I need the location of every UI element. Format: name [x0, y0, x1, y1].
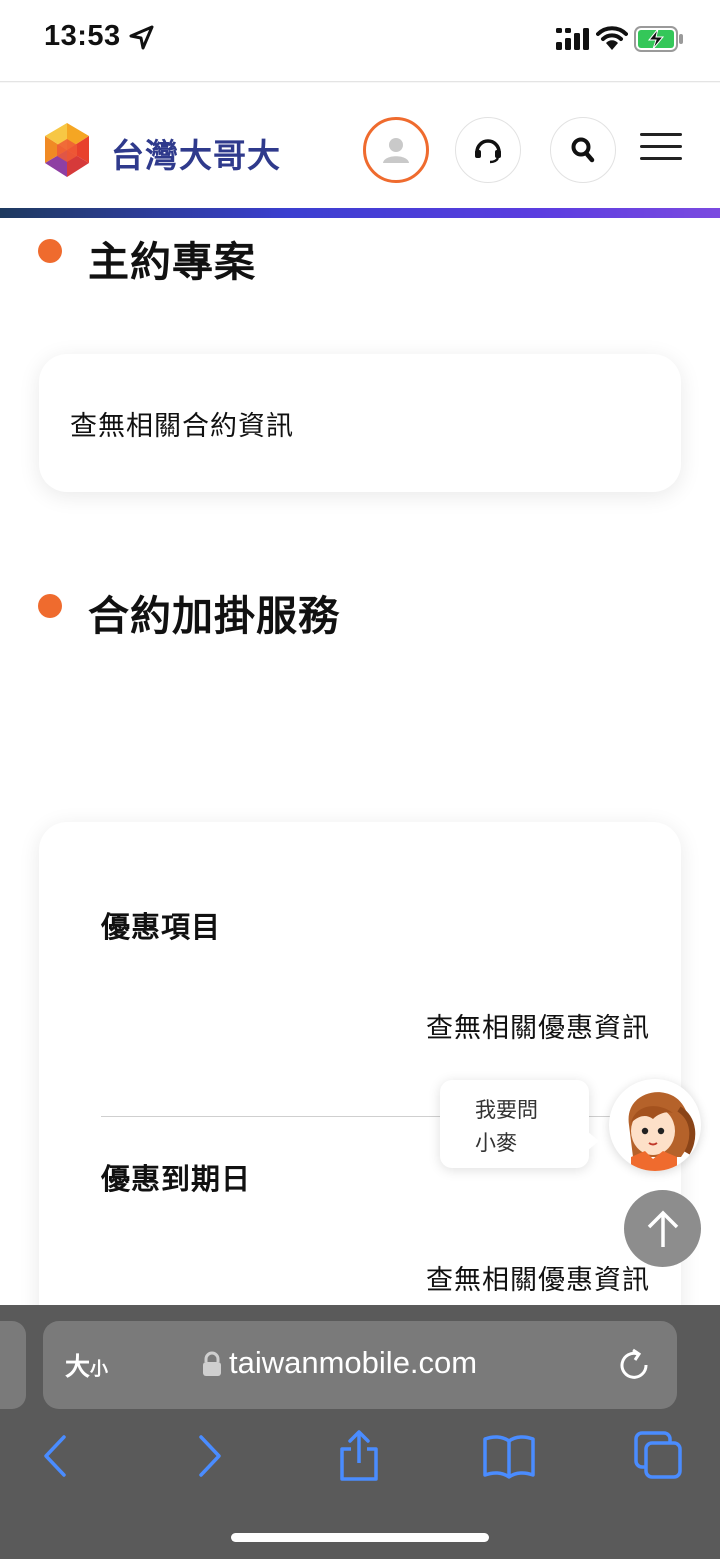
- discount-expiry-value: 查無相關優惠資訊: [426, 1265, 650, 1296]
- tabs-icon[interactable]: [632, 1429, 686, 1483]
- customer-service-button[interactable]: [455, 117, 521, 183]
- bookmarks-icon[interactable]: [482, 1429, 536, 1483]
- contract-section-title: 主約專案: [88, 238, 256, 286]
- assistant-mascot-avatar[interactable]: [609, 1079, 701, 1171]
- arrow-up-icon: [647, 1210, 678, 1247]
- share-icon[interactable]: [332, 1429, 386, 1483]
- main-content: 主約專案 查無相關合約資訊 合約加掛服務 優惠項目 查無相關優惠資訊 優惠到期日…: [0, 218, 720, 1305]
- back-icon[interactable]: [28, 1429, 82, 1483]
- reload-icon[interactable]: [616, 1347, 652, 1383]
- mascot-girl-icon: [628, 1092, 696, 1171]
- search-icon: [571, 137, 595, 163]
- search-button[interactable]: [550, 117, 616, 183]
- site-header: 台灣大哥大: [0, 83, 720, 210]
- brand-logo-icon[interactable]: [38, 121, 96, 179]
- section-bullet-dot: [38, 594, 62, 618]
- discount-item-label: 優惠項目: [101, 910, 222, 944]
- battery-charging-icon: [634, 26, 683, 52]
- contract-empty-text: 查無相關合約資訊: [70, 411, 294, 442]
- url-text: taiwanmobile.com: [229, 1345, 478, 1380]
- addon-info-card: 優惠項目 查無相關優惠資訊 優惠到期日 查無相關優惠資訊: [39, 822, 681, 1305]
- chat-bubble-line2: 小麥: [475, 1131, 517, 1155]
- home-indicator: [231, 1533, 489, 1542]
- address-bar[interactable]: 大小 taiwanmobile.com: [43, 1321, 677, 1409]
- scroll-to-top-button[interactable]: [624, 1190, 701, 1267]
- user-icon: [383, 138, 409, 163]
- discount-expiry-label: 優惠到期日: [101, 1162, 252, 1196]
- wifi-icon: [596, 26, 628, 50]
- discount-item-value: 查無相關優惠資訊: [426, 1013, 650, 1044]
- brand-name[interactable]: 台灣大哥大: [111, 129, 281, 177]
- ask-assistant-bubble[interactable]: 我要問 小麥: [440, 1080, 599, 1168]
- location-arrow-icon: [129, 25, 154, 50]
- member-button[interactable]: [363, 117, 429, 183]
- contract-info-card: 查無相關合約資訊: [39, 354, 681, 492]
- cellular-signal-icon: [556, 28, 589, 50]
- section-bullet-dot: [38, 239, 62, 263]
- status-bar: 13:53: [0, 0, 720, 82]
- status-time: 13:53: [44, 20, 121, 52]
- forward-icon[interactable]: [183, 1429, 237, 1483]
- addon-section-title: 合約加掛服務: [88, 592, 340, 640]
- hamburger-menu-icon[interactable]: [640, 133, 682, 165]
- lock-icon: [203, 1351, 221, 1376]
- previous-tab-edge[interactable]: [0, 1321, 26, 1409]
- headset-icon: [475, 139, 501, 164]
- header-gradient-bar: [0, 208, 720, 218]
- text-size-button[interactable]: 大小: [65, 1347, 108, 1383]
- browser-toolbar: 大小 taiwanmobile.com: [0, 1305, 720, 1559]
- chat-bubble-line1: 我要問: [475, 1098, 538, 1122]
